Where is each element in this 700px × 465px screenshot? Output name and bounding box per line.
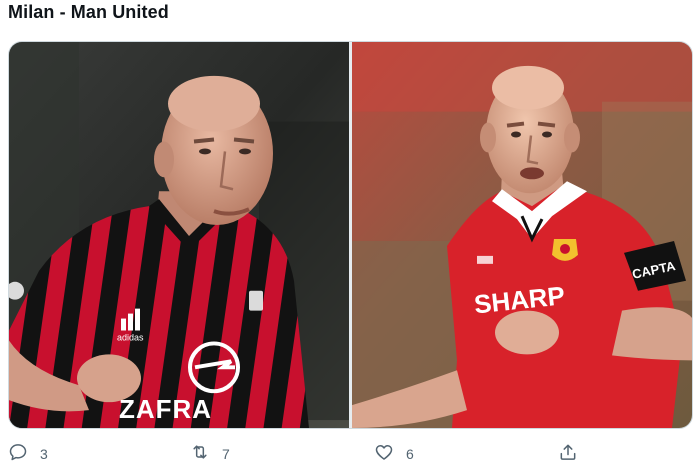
man-united-crest bbox=[552, 238, 578, 261]
retweet-count: 7 bbox=[222, 446, 230, 462]
reply-button[interactable]: 3 bbox=[8, 442, 48, 462]
milan-player-image: adidas ZAFRA bbox=[9, 42, 349, 428]
tweet-actions: 3 7 6 bbox=[0, 440, 700, 465]
adidas-text: adidas bbox=[117, 332, 144, 342]
retweet-icon bbox=[193, 445, 207, 459]
heart-icon bbox=[375, 445, 393, 460]
share-button[interactable] bbox=[558, 442, 578, 462]
like-button[interactable]: 6 bbox=[374, 442, 414, 462]
tweet-media[interactable]: adidas ZAFRA CAPTA SHARP bbox=[8, 41, 693, 429]
tweet-text: Milan - Man United bbox=[8, 2, 169, 22]
united-player-image: CAPTA SHARP bbox=[352, 42, 692, 428]
milan-crest bbox=[249, 290, 263, 311]
sponsor-text-zafira: ZAFRA bbox=[119, 396, 212, 424]
retweet-button[interactable]: 7 bbox=[190, 442, 230, 462]
photo-milan[interactable]: adidas ZAFRA bbox=[9, 42, 349, 428]
photo-man-united[interactable]: CAPTA SHARP bbox=[352, 42, 692, 428]
reply-icon bbox=[9, 444, 27, 461]
like-count: 6 bbox=[406, 446, 414, 462]
share-icon bbox=[560, 444, 576, 460]
reply-count: 3 bbox=[40, 446, 48, 462]
